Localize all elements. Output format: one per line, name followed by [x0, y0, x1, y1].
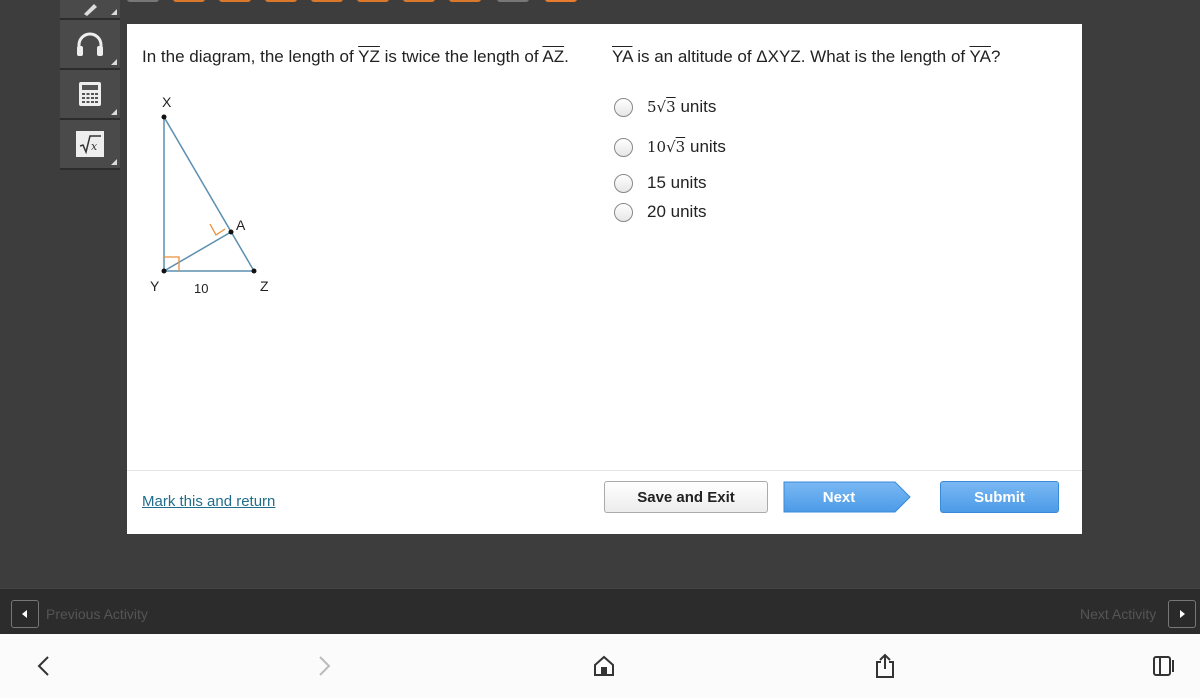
option-2-label: 10√3 units	[647, 137, 726, 157]
radicand: 3	[675, 138, 686, 156]
sqrt-symbol: √3	[666, 138, 686, 156]
next-activity-label[interactable]: Next Activity	[1080, 606, 1156, 622]
label-z: Z	[260, 278, 269, 294]
sqrt-symbol: √3	[656, 98, 676, 116]
activity-bar: Previous Activity Next Activity	[0, 588, 1200, 634]
point-x	[161, 114, 167, 120]
radio-button[interactable]	[614, 173, 633, 193]
submit-button[interactable]: Submit	[940, 481, 1059, 513]
option-1-label: 5√3 units	[647, 97, 716, 117]
mark-and-return-link[interactable]: Mark this and return	[142, 493, 275, 510]
save-and-exit-button[interactable]: Save and Exit	[604, 481, 768, 513]
audio-tool[interactable]	[60, 20, 120, 70]
option-3[interactable]: 15 units	[614, 173, 814, 193]
headphones-icon	[77, 32, 103, 56]
segment-az: AZ	[542, 47, 565, 66]
question-right-middle: is an altitude of ΔXYZ. What is the leng…	[632, 47, 970, 66]
point-z	[251, 268, 257, 274]
calculator-tool[interactable]	[60, 70, 120, 120]
formula-tool[interactable]: x	[60, 120, 120, 170]
nav-box[interactable]	[127, 0, 159, 2]
right-angle-mark-a	[209, 223, 226, 236]
svg-text:x: x	[91, 140, 98, 153]
nav-box[interactable]	[357, 0, 389, 2]
corner-marker	[111, 59, 117, 65]
option-3-label: 15 units	[647, 173, 707, 192]
chevron-right-icon	[319, 656, 331, 676]
tool-sidebar: x	[60, 0, 120, 170]
option-2[interactable]: 10√3 units	[614, 137, 814, 157]
home-icon	[594, 655, 614, 676]
label-x: X	[162, 94, 172, 110]
formula-sqrt-icon: x	[76, 131, 104, 157]
point-a	[228, 229, 234, 235]
back-button[interactable]	[30, 652, 58, 680]
share-icon	[876, 653, 894, 678]
nav-box[interactable]	[449, 0, 481, 2]
nav-box[interactable]	[497, 0, 529, 2]
nav-box[interactable]	[173, 0, 205, 2]
triangle-right-icon	[1180, 610, 1185, 618]
corner-marker	[111, 9, 117, 15]
radicand: 3	[666, 98, 676, 116]
altitude-ya	[163, 231, 232, 272]
tabs-icon	[1153, 656, 1174, 676]
next-button-label: Next	[822, 488, 856, 506]
triangle-left-icon	[22, 610, 27, 618]
question-middle: is twice the length of	[379, 47, 543, 66]
question-right-suffix: ?	[990, 47, 1001, 66]
corner-marker	[111, 109, 117, 115]
segment-yz: YZ	[358, 47, 380, 66]
question-prefix: In the diagram, the length of	[142, 47, 359, 66]
nav-box[interactable]	[219, 0, 251, 2]
previous-activity-button[interactable]	[11, 600, 39, 628]
browser-toolbar	[0, 634, 1200, 698]
option-coef: 5	[647, 98, 657, 116]
top-strip	[0, 0, 1200, 10]
radio-button[interactable]	[614, 97, 633, 117]
question-text-left: In the diagram, the length of YZ is twic…	[142, 47, 569, 67]
option-unit: units	[689, 137, 726, 156]
option-4[interactable]: 20 units	[614, 202, 814, 222]
option-1[interactable]: 5√3 units	[614, 97, 814, 117]
next-button[interactable]: Next	[783, 481, 911, 513]
side-xz	[163, 116, 255, 272]
option-4-label: 20 units	[647, 202, 707, 221]
radio-button[interactable]	[614, 202, 633, 222]
nav-box[interactable]	[311, 0, 343, 2]
segment-ya: YA	[612, 47, 633, 66]
triangle-diagram: X Y Z A 10	[150, 94, 269, 296]
nav-box[interactable]	[403, 0, 435, 2]
share-button[interactable]	[871, 652, 899, 680]
label-yz-length: 10	[194, 281, 208, 296]
label-y: Y	[150, 278, 160, 294]
footer-divider	[127, 470, 1082, 471]
nav-box-current[interactable]	[545, 0, 577, 2]
nav-box[interactable]	[265, 0, 297, 2]
pencil-tool[interactable]	[60, 0, 120, 20]
chevron-left-icon	[37, 656, 49, 676]
question-suffix: .	[564, 47, 569, 66]
option-coef: 10	[647, 138, 667, 156]
next-activity-button[interactable]	[1168, 600, 1196, 628]
label-a: A	[236, 217, 246, 233]
question-text-right: YA is an altitude of ΔXYZ. What is the l…	[612, 47, 1000, 67]
calculator-icon	[79, 82, 101, 106]
point-y	[161, 268, 167, 274]
pencil-icon	[84, 4, 97, 16]
question-card: In the diagram, the length of YZ is twic…	[127, 24, 1082, 534]
radio-button[interactable]	[614, 137, 633, 157]
home-button[interactable]	[590, 652, 618, 680]
segment-ya-2: YA	[969, 47, 991, 66]
option-unit: units	[680, 97, 717, 116]
corner-marker	[111, 159, 117, 165]
previous-activity-label[interactable]: Previous Activity	[46, 606, 148, 622]
tabs-button[interactable]	[1150, 652, 1178, 680]
forward-button[interactable]	[310, 652, 338, 680]
